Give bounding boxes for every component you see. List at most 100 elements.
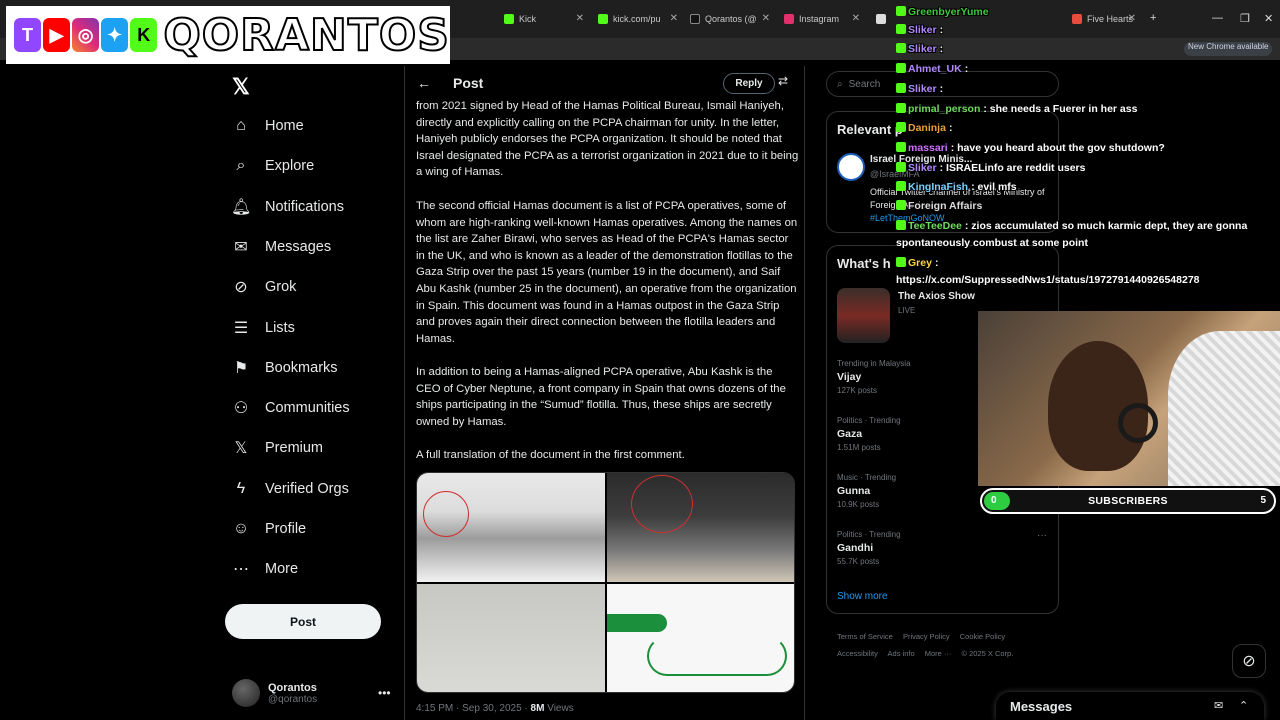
browser-tab[interactable]: [870, 8, 894, 30]
messages-drawer[interactable]: Messages ✉ ⌃: [996, 692, 1264, 720]
close-tab-icon[interactable]: ✕: [762, 13, 770, 24]
kick-badge-icon: [896, 200, 906, 210]
sidebar-item-more[interactable]: ⋯ More: [231, 551, 298, 587]
kick-badge-icon: [896, 122, 906, 132]
account-switcher[interactable]: Qorantos @qorantos: [232, 679, 317, 707]
footer-links: Terms of Service Privacy Policy Cookie P…: [837, 628, 1037, 662]
close-tab-icon[interactable]: ✕: [852, 13, 860, 24]
sidebar-item-messages[interactable]: ✉ Messages: [231, 229, 331, 265]
chat-username[interactable]: Sliker: [908, 43, 937, 55]
reply-button[interactable]: Reply: [723, 73, 775, 94]
page-favicon-icon: [876, 14, 886, 24]
chat-message: Sliker:: [896, 22, 1280, 39]
sidebar-item-communities[interactable]: ⚇ Communities: [231, 390, 350, 426]
axios-show-thumbnail[interactable]: [837, 288, 890, 343]
new-message-icon[interactable]: ✉: [1214, 699, 1223, 712]
post-time[interactable]: 4:15 PM · Sep 30, 2025 ·: [416, 703, 531, 714]
screen: Kick ✕ kick.com/pu ✕ Qorantos (@ ✕ Insta…: [0, 0, 1280, 720]
show-more-link[interactable]: Show more: [837, 591, 888, 602]
chat-text: :: [939, 24, 944, 36]
chat-username[interactable]: primal_person: [908, 103, 980, 115]
back-arrow-icon[interactable]: ←: [417, 75, 431, 91]
explore-icon: ⌕: [236, 157, 246, 174]
relevant-people-title: Relevant p: [837, 122, 903, 137]
main-column: ← Post Reply ⇄ from 2021 signed by Head …: [404, 66, 805, 720]
chat-username[interactable]: TeeTeeDee: [908, 220, 962, 232]
kick-badge-icon: [896, 83, 906, 93]
stream-logo-overlay: T ▶ ◎ ✦ K QORANTOS: [6, 6, 450, 64]
chat-username[interactable]: Daninja: [908, 122, 946, 134]
sidebar-item-grok[interactable]: ⊘ Grok: [231, 269, 296, 305]
account-more-icon[interactable]: •••: [378, 686, 391, 700]
chat-username[interactable]: GreenbyerYume: [908, 6, 989, 18]
sidebar-item-profile[interactable]: ☺ Profile: [231, 511, 306, 547]
tab-label: Instagram: [799, 14, 840, 24]
footer-link[interactable]: Privacy Policy: [903, 632, 950, 641]
sidebar-item-home[interactable]: ⌂ Home: [231, 108, 304, 144]
kick-badge-icon: [896, 103, 906, 113]
chat-message: Ahmet_UK:: [896, 61, 1280, 78]
browser-tab[interactable]: kick.com/pu ✕: [592, 8, 682, 30]
webcam-feed: [978, 311, 1280, 486]
live-event-title[interactable]: The Axios Show: [898, 291, 975, 302]
post-document-image[interactable]: [606, 583, 794, 692]
israel-mfa-avatar[interactable]: [837, 153, 865, 181]
bookmarks-icon: ⚑: [233, 360, 249, 377]
trend-item[interactable]: Politics · Trending Gaza 1.51M posts: [837, 416, 901, 452]
chat-text: https://x.com/SuppressedNws1/status/1972…: [896, 274, 1200, 286]
trend-item[interactable]: Music · Trending Gunna 10.9K posts: [837, 473, 896, 509]
footer-link[interactable]: Cookie Policy: [960, 632, 1005, 641]
profile-icon: ☺: [232, 520, 250, 537]
sidebar-item-notifications[interactable]: 🔔︎ Notifications: [231, 189, 344, 225]
trend-item[interactable]: Trending in Malaysia Vijay 127K posts: [837, 359, 911, 395]
post-media-grid[interactable]: [416, 472, 795, 693]
sidebar-item-bookmarks[interactable]: ⚑ Bookmarks: [231, 350, 338, 386]
browser-tab[interactable]: Instagram ✕: [778, 8, 864, 30]
post-paragraph: from 2021 signed by Head of the Hamas Po…: [416, 100, 799, 179]
youtube-icon: ▶: [43, 18, 71, 52]
chat-username[interactable]: KingInaFish: [908, 181, 968, 193]
sidebar-item-explore[interactable]: ⌕ Explore: [231, 148, 315, 184]
chat-message: Foreign Affairs: [896, 198, 1280, 215]
grok-icon[interactable]: ⊘: [1232, 644, 1266, 678]
kick-badge-icon: [896, 257, 906, 267]
tab-label: kick.com/pu: [613, 14, 661, 24]
chat-username[interactable]: Grey: [908, 257, 932, 269]
footer-link[interactable]: Accessibility: [837, 649, 878, 658]
chat-message: Daninja:: [896, 120, 1280, 137]
reply-settings-icon[interactable]: ⇄: [778, 74, 788, 88]
highlight-circle: [423, 491, 469, 537]
sidebar-item-verified-orgs[interactable]: ϟ Verified Orgs: [231, 471, 349, 507]
trend-more-icon[interactable]: ···: [1037, 530, 1047, 541]
chat-message: massari: have you heard about the gov sh…: [896, 140, 1280, 157]
footer-link[interactable]: Ads info: [888, 649, 915, 658]
profile-handle: @qorantos: [268, 693, 318, 705]
post-photo[interactable]: [417, 473, 605, 582]
close-tab-icon[interactable]: ✕: [670, 13, 678, 24]
chat-username[interactable]: Foreign Affairs: [908, 200, 982, 212]
more-icon: ⋯: [233, 561, 249, 578]
chat-username[interactable]: Sliker: [908, 83, 937, 95]
verified-orgs-icon: ϟ: [236, 480, 246, 497]
expand-drawer-icon[interactable]: ⌃: [1239, 699, 1248, 712]
document-logo-arc: [646, 635, 787, 676]
x-logo-icon[interactable]: 𝕏: [232, 74, 250, 100]
subscriber-goal-bar: 0 SUBSCRIBERS 5: [980, 488, 1276, 514]
post-document-image[interactable]: [417, 583, 605, 692]
post-button[interactable]: Post: [225, 604, 381, 639]
close-tab-icon[interactable]: ✕: [576, 13, 584, 24]
sidebar-item-label: Lists: [265, 320, 295, 336]
sidebar-item-premium[interactable]: 𝕏 Premium: [231, 430, 323, 466]
chat-username[interactable]: Ahmet_UK: [908, 63, 962, 75]
twitch-icon: T: [14, 18, 42, 52]
chat-username[interactable]: Sliker: [908, 162, 937, 174]
browser-tab[interactable]: Qorantos (@ ✕: [684, 8, 774, 30]
footer-link[interactable]: Terms of Service: [837, 632, 893, 641]
browser-tab[interactable]: Kick ✕: [498, 8, 588, 30]
sidebar-item-lists[interactable]: ☰ Lists: [231, 310, 295, 346]
footer-link[interactable]: More ···: [925, 649, 952, 658]
trend-item[interactable]: Politics · Trending Gandhi 55.7K posts: [837, 530, 901, 566]
chat-username[interactable]: massari: [908, 142, 948, 154]
chat-username[interactable]: Sliker: [908, 24, 937, 36]
post-photo[interactable]: [606, 473, 794, 582]
